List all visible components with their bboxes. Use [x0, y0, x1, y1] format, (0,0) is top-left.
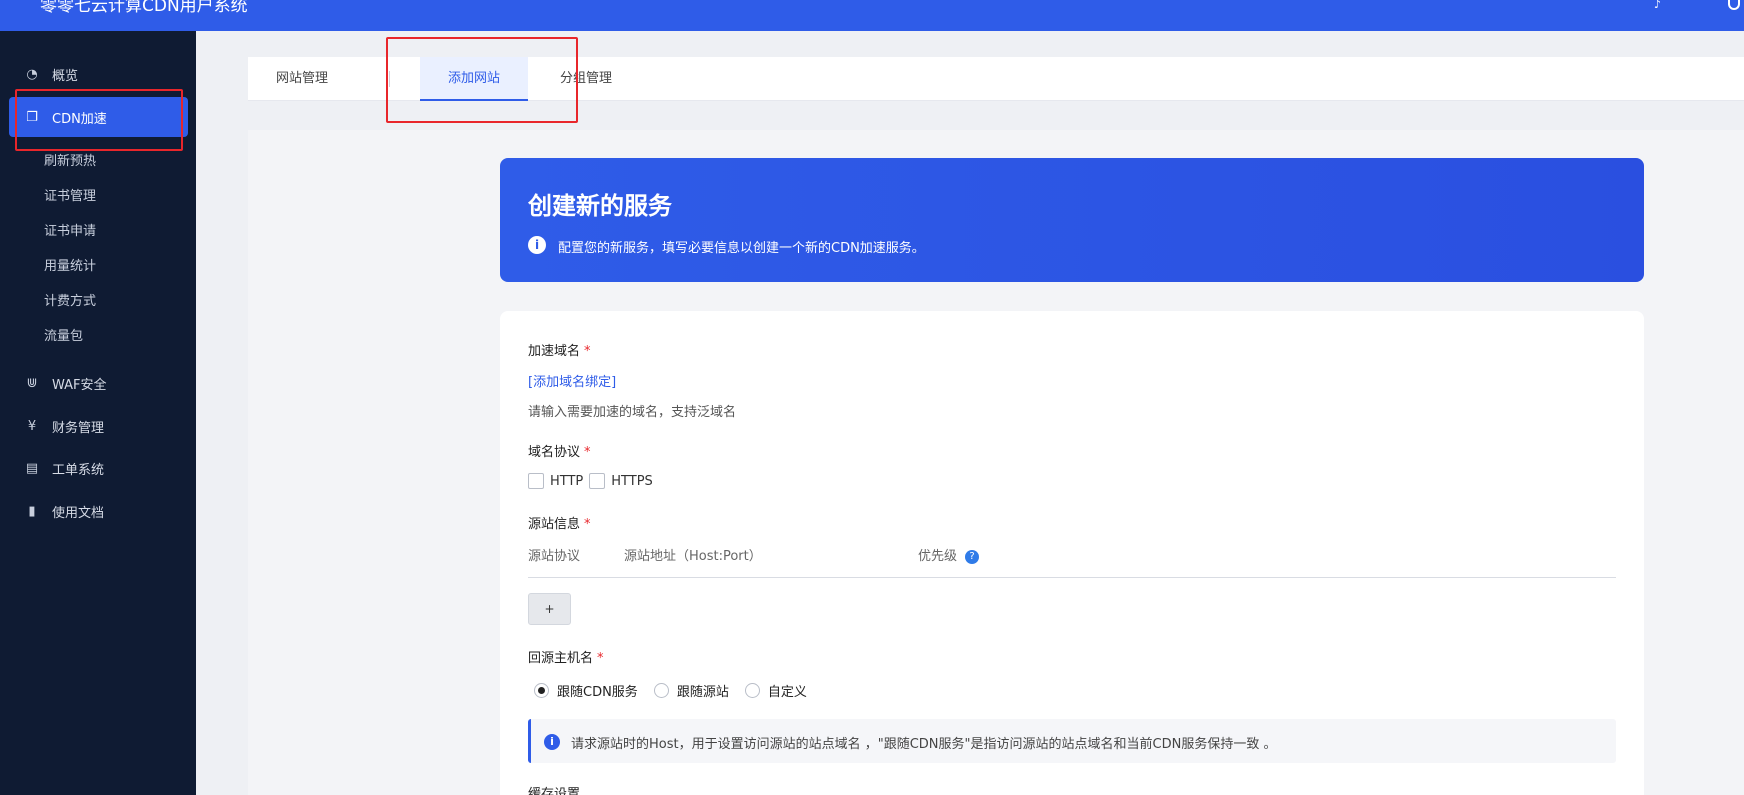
- sidebar-subitem-usage[interactable]: 用量统计: [44, 257, 96, 277]
- tab-separator: [389, 71, 390, 87]
- bell-icon[interactable]: ♪: [1654, 0, 1668, 10]
- required-mark: *: [584, 344, 591, 359]
- https-checkbox-label: HTTPS: [611, 473, 653, 489]
- add-domain-link[interactable]: [添加域名绑定]: [528, 371, 616, 390]
- sidebar-item-label: 财务管理: [52, 420, 105, 436]
- copy-icon: ❐: [26, 109, 38, 125]
- sidebar-item-cdn[interactable]: ❐ CDN加速: [9, 97, 188, 137]
- sidebar-item-overview[interactable]: ◔ 概览: [0, 54, 196, 94]
- page-title: 创建新的服务: [528, 192, 672, 220]
- required-mark: *: [597, 651, 604, 666]
- sidebar-item-tickets[interactable]: ▤ 工单系统: [0, 448, 196, 488]
- dashboard-icon: ◔: [26, 66, 38, 82]
- origin-divider: [528, 577, 1616, 578]
- add-origin-button[interactable]: +: [528, 593, 571, 625]
- help-icon[interactable]: ?: [965, 549, 980, 564]
- host-custom-label: 自定义: [767, 685, 807, 700]
- host-follow-origin-label: 跟随源站: [676, 685, 729, 700]
- tab-site-manage[interactable]: 网站管理: [276, 57, 328, 101]
- host-follow-cdn-radio[interactable]: [534, 683, 549, 698]
- protocol-options: HTTP HTTPS: [528, 473, 659, 489]
- sidebar-item-label: 概览: [52, 68, 79, 84]
- origin-address-column: 源站地址（Host:Port）: [624, 549, 762, 564]
- sidebar-subitem-billing[interactable]: 计费方式: [44, 292, 96, 312]
- tab-bar: 网站管理 添加网站 分组管理: [248, 57, 1744, 101]
- origin-protocol-column: 源站协议: [528, 549, 581, 564]
- sidebar-subitem-cert-apply[interactable]: 证书申请: [44, 222, 96, 242]
- host-notice: i 请求源站时的Host，用于设置访问源站的站点域名 ，"跟随CDN服务"是指访…: [528, 719, 1616, 763]
- host-follow-cdn-label: 跟随CDN服务: [557, 685, 638, 700]
- sidebar-subitem-refresh[interactable]: 刷新预热: [44, 152, 96, 172]
- sidebar-item-label: WAF安全: [52, 377, 107, 393]
- host-follow-origin-radio[interactable]: [653, 683, 669, 698]
- domain-label-text: 加速域名: [528, 344, 581, 359]
- origin-label-text: 源站信息: [528, 517, 581, 532]
- book-icon: ▮: [28, 503, 36, 519]
- tab-group-manage[interactable]: 分组管理: [560, 57, 612, 101]
- sidebar: ◔ 概览 ❐ CDN加速 刷新预热 证书管理 证书申请 用量统计 计费方式 流量…: [0, 31, 196, 795]
- hero-banner: 创建新的服务 i 配置您的新服务，填写必要信息以创建一个新的CDN加速服务。: [500, 158, 1644, 282]
- required-mark: *: [584, 517, 591, 532]
- app-title: 零零七云计算CDN用户系统: [40, 0, 248, 16]
- priority-column-text: 优先级: [918, 549, 958, 564]
- required-mark: *: [584, 445, 591, 460]
- magnet-icon: ⋓: [26, 375, 38, 391]
- http-checkbox[interactable]: [528, 473, 544, 489]
- host-notice-text: 请求源站时的Host，用于设置访问源站的站点域名 ，"跟随CDN服务"是指访问源…: [571, 737, 1277, 752]
- sidebar-subitem-traffic-pack[interactable]: 流量包: [44, 327, 83, 347]
- info-icon: i: [544, 734, 560, 750]
- host-label-text: 回源主机名: [528, 651, 594, 666]
- protocol-label-text: 域名协议: [528, 445, 581, 460]
- http-checkbox-label: HTTP: [550, 473, 584, 489]
- host-label: 回源主机名 *: [528, 647, 604, 666]
- sidebar-item-label: CDN加速: [52, 111, 107, 127]
- origin-label: 源站信息 *: [528, 513, 591, 532]
- user-icon[interactable]: [1728, 0, 1740, 10]
- https-checkbox[interactable]: [589, 473, 606, 489]
- sidebar-item-waf[interactable]: ⋓ WAF安全: [0, 363, 196, 403]
- hero-description: 配置您的新服务，填写必要信息以创建一个新的CDN加速服务。: [558, 241, 925, 256]
- host-options: 跟随CDN服务 跟随源站 自定义: [534, 681, 823, 700]
- domain-label: 加速域名 *: [528, 340, 591, 359]
- priority-column: 优先级?: [918, 545, 980, 564]
- sidebar-item-finance[interactable]: ¥ 财务管理: [0, 406, 196, 446]
- top-header: 零零七云计算CDN用户系统 ♪: [0, 0, 1744, 31]
- ticket-icon: ▤: [25, 460, 39, 476]
- cache-label: 缓存设置: [528, 787, 581, 795]
- yen-icon: ¥: [27, 418, 37, 434]
- domain-hint: 请输入需要加速的域名，支持泛域名: [528, 405, 737, 420]
- sidebar-subitem-cert-manage[interactable]: 证书管理: [44, 187, 96, 207]
- protocol-label: 域名协议 *: [528, 441, 591, 460]
- host-custom-radio[interactable]: [744, 683, 760, 698]
- form-card: 加速域名 * [添加域名绑定] 请输入需要加速的域名，支持泛域名 域名协议 * HT…: [500, 311, 1644, 795]
- sidebar-item-docs[interactable]: ▮ 使用文档: [0, 491, 196, 531]
- sidebar-item-label: 工单系统: [52, 462, 105, 478]
- sidebar-item-label: 使用文档: [52, 505, 105, 521]
- info-icon: i: [528, 236, 546, 254]
- tab-add-site[interactable]: 添加网站: [420, 57, 529, 101]
